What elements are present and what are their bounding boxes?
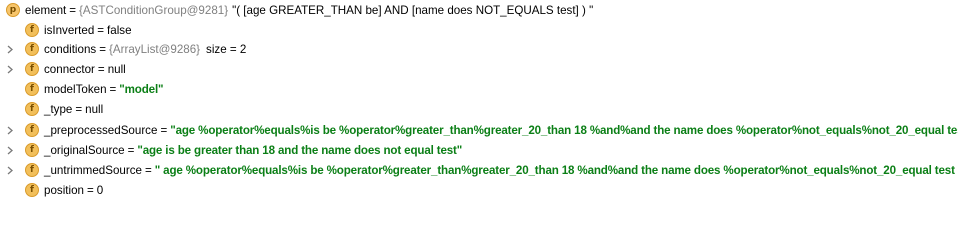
field-name: _preprocessedSource	[44, 123, 158, 137]
collection-size: size = 2	[206, 42, 247, 56]
field-name: connector	[44, 62, 95, 76]
chevron-right-icon[interactable]	[6, 39, 14, 59]
field-badge-icon: f	[25, 123, 39, 137]
type-ref: {ArrayList@9286}	[109, 42, 201, 56]
tree-row-element[interactable]: p element = {ASTConditionGroup@9281} "( …	[0, 0, 593, 20]
tree-row-_preprocessedSource[interactable]: f _preprocessedSource = "age %operator%e…	[0, 120, 958, 140]
tree-row-label: element = {ASTConditionGroup@9281} "( [a…	[25, 4, 593, 17]
field-badge-icon: f	[25, 82, 39, 96]
equals-sign: =	[75, 102, 83, 116]
tree-row-conditions[interactable]: f conditions = {ArrayList@9286} size = 2	[0, 39, 246, 59]
equals-sign: =	[109, 82, 117, 96]
field-badge-icon: f	[25, 23, 39, 37]
field-value: null	[85, 102, 104, 116]
field-badge-icon: f	[25, 102, 39, 116]
tree-row-position[interactable]: f position = 0	[0, 180, 103, 200]
field-value: false	[107, 23, 132, 37]
chevron-right-icon[interactable]	[6, 160, 14, 180]
equals-sign: =	[99, 42, 106, 56]
field-name: _type	[44, 102, 73, 116]
tree-row-label: connector = null	[44, 63, 126, 76]
tree-row-_type[interactable]: f _type = null	[0, 99, 103, 119]
tree-row-modelToken[interactable]: f modelToken = "model"	[0, 79, 164, 99]
field-badge-icon: f	[25, 62, 39, 76]
chevron-right-icon[interactable]	[6, 59, 14, 79]
equals-sign: =	[144, 163, 152, 177]
tree-row-connector[interactable]: f connector = null	[0, 59, 126, 79]
type-ref: {ASTConditionGroup@9281}	[79, 3, 229, 17]
field-value: " age %operator%equals%is be %operator%g…	[154, 163, 958, 177]
tree-row-label: position = 0	[44, 184, 103, 197]
tree-row-label: _originalSource = "age is be greater tha…	[44, 144, 462, 157]
equals-sign: =	[160, 123, 168, 137]
tree-row-_originalSource[interactable]: f _originalSource = "age is be greater t…	[0, 140, 462, 160]
debugger-variables-tree: p element = {ASTConditionGroup@9281} "( …	[0, 0, 958, 201]
field-value: null	[107, 62, 126, 76]
tree-row-label: _untrimmedSource = " age %operator%equal…	[44, 164, 958, 177]
field-badge-icon: f	[25, 143, 39, 157]
field-badge-icon: f	[25, 42, 39, 56]
parameter-badge-icon: p	[6, 3, 20, 17]
equals-sign: =	[97, 23, 105, 37]
field-name: isInverted	[44, 23, 95, 37]
field-name: conditions	[44, 42, 97, 56]
field-value: "model"	[119, 82, 164, 96]
tree-row-isInverted[interactable]: f isInverted = false	[0, 20, 132, 40]
equals-sign: =	[69, 3, 77, 17]
equals-sign: =	[127, 143, 135, 157]
field-name: _originalSource	[44, 143, 125, 157]
field-name: position	[44, 183, 84, 197]
field-value: "age is be greater than 18 and the name …	[137, 143, 463, 157]
tree-row-label: _preprocessedSource = "age %operator%equ…	[44, 124, 958, 137]
field-value: "age %operator%equals%is be %operator%gr…	[170, 123, 958, 137]
chevron-right-icon[interactable]	[6, 120, 14, 140]
field-badge-icon: f	[25, 163, 39, 177]
equals-sign: =	[86, 183, 94, 197]
tree-row-label: conditions = {ArrayList@9286} size = 2	[44, 43, 246, 56]
field-name: modelToken	[44, 82, 107, 96]
tree-row-label: modelToken = "model"	[44, 82, 164, 96]
field-value: 0	[96, 183, 104, 197]
variable-name: element	[25, 3, 67, 17]
chevron-right-icon[interactable]	[6, 140, 14, 160]
equals-sign: =	[97, 62, 105, 76]
field-name: _untrimmedSource	[44, 163, 142, 177]
tree-row-label: _type = null	[44, 103, 103, 116]
tree-row-label: isInverted = false	[44, 24, 132, 37]
tree-row-_untrimmedSource[interactable]: f _untrimmedSource = " age %operator%equ…	[0, 160, 958, 180]
variable-value: "( [age GREATER_THAN be] AND [name does …	[232, 3, 594, 17]
field-badge-icon: f	[25, 183, 39, 197]
